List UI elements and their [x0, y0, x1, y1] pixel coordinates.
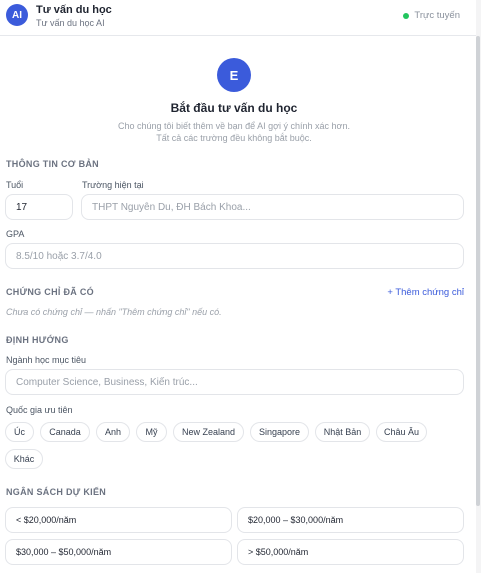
hero-description: Cho chúng tôi biết thêm về bạn để AI gợi…	[0, 120, 468, 144]
country-chip-canada[interactable]: Canada	[40, 422, 90, 442]
budget-option-20k-30k[interactable]: $20,000 – $30,000/năm	[237, 507, 464, 533]
app-title: Tư vấn du học	[36, 4, 112, 16]
country-chip-singapore[interactable]: Singapore	[250, 422, 309, 442]
country-chip-anh[interactable]: Anh	[96, 422, 130, 442]
section-budget: NGÂN SÁCH DỰ KIẾN	[6, 487, 107, 497]
hero-logo: E	[217, 58, 251, 92]
gpa-input[interactable]	[5, 243, 464, 269]
country-chip-uc[interactable]: Úc	[5, 422, 34, 442]
scrollbar-thumb[interactable]	[476, 36, 480, 506]
app-subtitle: Tư vấn du học AI	[36, 18, 105, 28]
major-input[interactable]	[5, 369, 464, 395]
country-chip-new-zealand[interactable]: New Zealand	[173, 422, 244, 442]
country-chip-my[interactable]: Mỹ	[136, 422, 167, 442]
country-chip-nhat-ban[interactable]: Nhật Bản	[315, 422, 370, 442]
section-direction: ĐỊNH HƯỚNG	[6, 335, 69, 345]
country-label: Quốc gia ưu tiên	[6, 405, 73, 415]
hero-description-line-1: Cho chúng tôi biết thêm về bạn để AI gợi…	[118, 121, 350, 131]
app-header: AI Tư vấn du học Tư vấn du học AI Trực t…	[0, 0, 476, 36]
budget-option-over-50k[interactable]: > $50,000/năm	[237, 539, 464, 565]
certificates-hint: Chưa có chứng chỉ — nhấn "Thêm chứng chỉ…	[6, 307, 222, 317]
school-label: Trường hiện tại	[82, 180, 144, 190]
major-label: Ngành học mục tiêu	[6, 355, 87, 365]
country-chip-khac[interactable]: Khác	[5, 449, 43, 469]
gpa-label: GPA	[6, 229, 25, 239]
age-label: Tuổi	[6, 180, 24, 190]
online-status: Trực tuyến	[403, 10, 460, 21]
school-input[interactable]	[81, 194, 464, 220]
age-input[interactable]	[5, 194, 73, 220]
online-status-label: Trực tuyến	[414, 10, 460, 21]
country-chip-chau-au[interactable]: Châu Âu	[376, 422, 427, 442]
section-certificates: CHỨNG CHỈ ĐÃ CÓ	[6, 287, 94, 297]
section-basic-info: THÔNG TIN CƠ BẢN	[6, 159, 99, 169]
budget-option-under-20k[interactable]: < $20,000/năm	[5, 507, 232, 533]
add-certificate-button[interactable]: + Thêm chứng chỉ	[387, 287, 464, 298]
online-dot-icon	[403, 12, 410, 19]
hero-description-line-2: Tất cả các trường đều không bắt buộc.	[156, 133, 312, 143]
budget-option-30k-50k[interactable]: $30,000 – $50,000/năm	[5, 539, 232, 565]
ai-avatar: AI	[6, 4, 28, 26]
hero-title: Bắt đầu tư vấn du học	[170, 101, 298, 115]
